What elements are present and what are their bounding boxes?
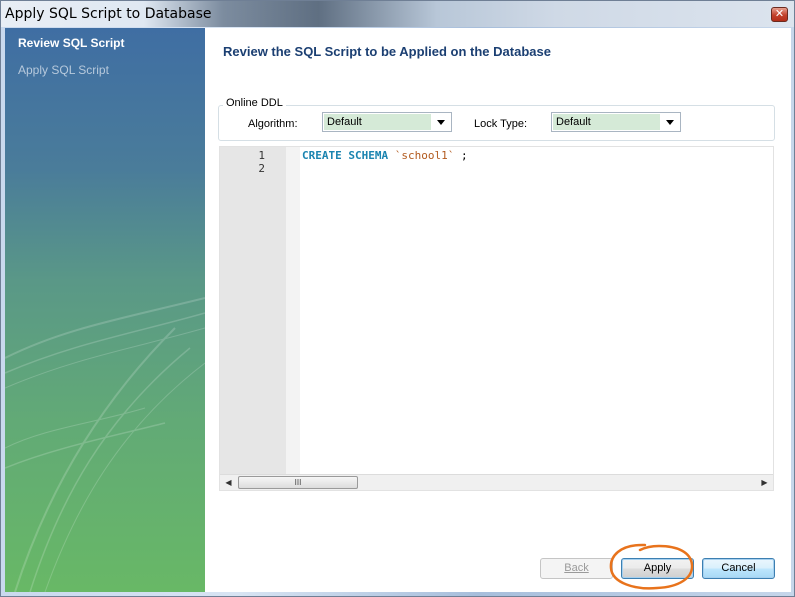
code-line[interactable]: CREATE SCHEMA `school1` ; bbox=[302, 149, 468, 162]
sql-identifier: `school1` bbox=[394, 149, 455, 162]
sql-keyword: CREATE SCHEMA bbox=[302, 149, 389, 162]
fold-margin bbox=[286, 147, 300, 474]
cancel-button-label: Cancel bbox=[721, 562, 756, 574]
step-apply-sql-script: Apply SQL Script bbox=[18, 63, 109, 77]
scroll-thumb[interactable]: III bbox=[238, 476, 358, 489]
horizontal-scrollbar[interactable]: ◀ III ▶ bbox=[220, 474, 773, 490]
sidebar-decoration bbox=[5, 297, 205, 592]
window-title: Apply SQL Script to Database bbox=[5, 6, 212, 22]
algorithm-label: Algorithm: bbox=[248, 118, 298, 130]
page-title: Review the SQL Script to be Applied on t… bbox=[223, 44, 551, 59]
sql-editor[interactable]: 1 2 CREATE SCHEMA `school1` ; ◀ III ▶ bbox=[219, 146, 774, 491]
apply-button[interactable]: Apply bbox=[621, 558, 694, 579]
online-ddl-legend: Online DDL bbox=[223, 97, 286, 109]
close-button[interactable]: ✕ bbox=[771, 7, 788, 22]
algorithm-select[interactable]: Default bbox=[322, 112, 452, 132]
title-bar[interactable]: Apply SQL Script to Database ✕ bbox=[1, 1, 794, 27]
cancel-button[interactable]: Cancel bbox=[702, 558, 775, 579]
chevron-down-icon[interactable] bbox=[661, 113, 680, 131]
line-number: 2 bbox=[258, 162, 265, 175]
apply-button-label: Apply bbox=[643, 562, 672, 574]
wizard-sidebar: Review SQL Script Apply SQL Script bbox=[5, 28, 205, 592]
algorithm-value: Default bbox=[324, 114, 431, 130]
scroll-right-icon[interactable]: ▶ bbox=[756, 475, 773, 490]
main-panel: Review the SQL Script to be Applied on t… bbox=[205, 28, 791, 592]
sql-terminator: ; bbox=[454, 149, 468, 162]
lock-type-value: Default bbox=[553, 114, 660, 130]
lock-type-select[interactable]: Default bbox=[551, 112, 681, 132]
close-icon: ✕ bbox=[774, 7, 785, 20]
line-number: 1 bbox=[258, 149, 265, 162]
scroll-left-icon[interactable]: ◀ bbox=[220, 475, 237, 490]
dialog-window: Apply SQL Script to Database ✕ Review SQ… bbox=[0, 0, 795, 597]
line-number-gutter: 1 2 bbox=[220, 147, 286, 474]
lock-type-label: Lock Type: bbox=[474, 118, 527, 130]
chevron-down-icon[interactable] bbox=[432, 113, 451, 131]
back-button[interactable]: Back bbox=[540, 558, 613, 579]
step-review-sql-script: Review SQL Script bbox=[18, 36, 125, 50]
back-button-label: Back bbox=[564, 562, 589, 574]
